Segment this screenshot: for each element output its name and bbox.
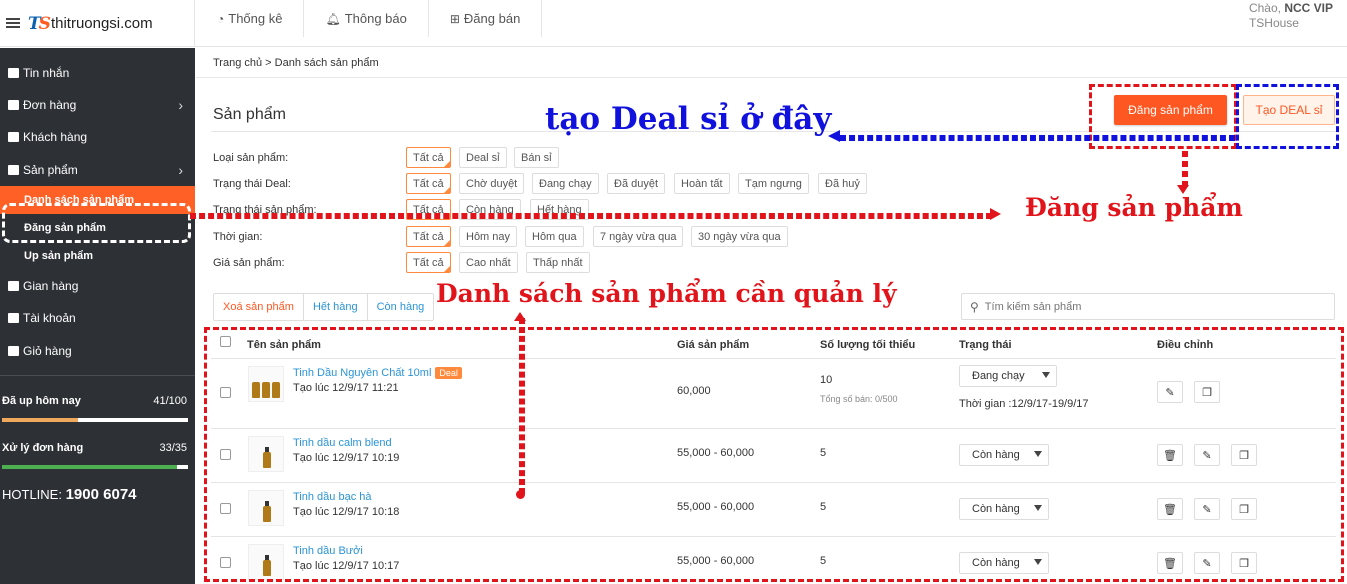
- filter-time-all[interactable]: Tất cả: [406, 226, 451, 247]
- stat-value-uploaded: 41/100: [153, 395, 187, 407]
- arrow-down-icon: [1177, 185, 1189, 194]
- user-shop: TSHouse: [1248, 16, 1299, 30]
- divider: [196, 77, 1347, 78]
- arrow-up-icon: [514, 312, 526, 321]
- user-menu[interactable]: Chào, NCC VIP TSHouse: [1249, 1, 1333, 31]
- annotation-box-list: [204, 327, 1344, 582]
- store-icon: [8, 281, 19, 291]
- sidebar-item-orders[interactable]: Đơn hàng ›: [0, 90, 195, 120]
- hotline: HOTLINE: 1900 6074: [2, 486, 137, 503]
- pie-chart-icon: ◔: [217, 11, 225, 26]
- arrow-left-icon: [828, 130, 840, 142]
- tab-out-of-stock[interactable]: Hết hàng: [304, 294, 368, 320]
- annotation-arrow-list: [519, 318, 525, 494]
- annotation-dot: [516, 490, 525, 499]
- sidebar-subitem-up-product[interactable]: Up sản phẩm: [0, 242, 195, 270]
- top-nav: ◔ Thống kê 🔔︎ Thông báo ⊞ Đăng bán: [196, 0, 543, 37]
- filter-deal-cancelled[interactable]: Đã huỷ: [818, 173, 867, 194]
- hotline-label: HOTLINE:: [2, 487, 62, 502]
- sidebar-item-account[interactable]: Tài khoản: [0, 303, 195, 333]
- arrow-right-icon: [990, 208, 1001, 220]
- filter-price-highest[interactable]: Cao nhất: [459, 252, 518, 273]
- bulk-action-tabs: Xoá sản phẩm Hết hàng Còn hàng: [213, 293, 435, 321]
- nav-sell[interactable]: ⊞ Đăng bán: [429, 0, 543, 37]
- nav-notifications[interactable]: 🔔︎ Thông báo: [304, 0, 429, 37]
- contacts-icon: [8, 132, 19, 142]
- annotation-box-deal: [1236, 84, 1339, 149]
- top-bar: TS thitruongsi.com ◔ Thống kê 🔔︎ Thông b…: [0, 0, 1347, 47]
- plus-square-icon: ⊞: [449, 11, 460, 26]
- filter-deal-approved[interactable]: Đã duyệt: [607, 173, 666, 194]
- stat-label-uploaded: Đã up hôm nay: [2, 395, 81, 407]
- filter-label-type: Loại sản phẩm:: [213, 152, 289, 164]
- sidebar-divider: [0, 375, 195, 376]
- cart-icon: [8, 346, 19, 356]
- chevron-right-icon: ›: [178, 97, 183, 113]
- annotation-arrow-post: [1182, 151, 1188, 187]
- box-icon: [8, 165, 19, 175]
- tab-delete-products[interactable]: Xoá sản phẩm: [214, 294, 304, 320]
- filter-type-all[interactable]: Tất cả: [406, 147, 451, 168]
- filter-type-deal[interactable]: Deal sỉ: [459, 147, 507, 168]
- progress-bar-orders: [2, 465, 188, 469]
- sidebar-item-products[interactable]: Sản phẩm ›: [0, 155, 195, 185]
- filter-deal-pending[interactable]: Chờ duyệt: [459, 173, 525, 194]
- filter-time-7days[interactable]: 7 ngày vừa qua: [593, 226, 684, 247]
- filter-price-lowest[interactable]: Thấp nhất: [526, 252, 590, 273]
- filter-label-deal-status: Trạng thái Deal:: [213, 178, 291, 190]
- progress-fill-orders: [2, 465, 178, 469]
- search-box[interactable]: ⚲: [961, 293, 1335, 320]
- annotation-arrow-deal: [840, 135, 1235, 141]
- hotline-number[interactable]: 1900 6074: [66, 486, 137, 503]
- filter-time-yesterday[interactable]: Hôm qua: [525, 226, 584, 247]
- annotation-arrow-sidebar: [190, 213, 992, 219]
- filter-time-today[interactable]: Hôm nay: [459, 226, 518, 247]
- sidebar-item-store[interactable]: Gian hàng: [0, 271, 195, 301]
- file-icon: [8, 100, 19, 110]
- brand: TS thitruongsi.com: [0, 0, 195, 47]
- logo-text[interactable]: thitruongsi.com: [51, 15, 153, 32]
- search-input[interactable]: [984, 300, 1315, 313]
- message-icon: [8, 68, 19, 78]
- search-icon: ⚲: [970, 299, 979, 314]
- user-icon: [8, 313, 19, 323]
- sidebar-item-messages[interactable]: Tin nhắn: [0, 58, 195, 88]
- annotation-box-sidebar: [2, 203, 191, 243]
- breadcrumb[interactable]: Trang chủ > Danh sách sản phẩm: [213, 57, 379, 69]
- logo-icon[interactable]: TS: [28, 14, 51, 34]
- filter-deal-running[interactable]: Đang chạy: [532, 173, 599, 194]
- user-name: NCC VIP: [1284, 1, 1333, 15]
- stat-label-orders: Xử lý đơn hàng: [2, 442, 84, 454]
- stat-value-orders: 33/35: [159, 442, 187, 454]
- chevron-right-icon: ›: [178, 162, 183, 178]
- sidebar-item-cart[interactable]: Giỏ hàng: [0, 336, 195, 366]
- tab-in-stock[interactable]: Còn hàng: [368, 294, 434, 320]
- bell-icon: 🔔︎: [325, 11, 341, 26]
- progress-bar-uploaded: [2, 418, 188, 422]
- filter-deal-paused[interactable]: Tạm ngưng: [738, 173, 809, 194]
- annotation-product-list: Danh sách sản phẩm cần quản lý: [436, 279, 897, 308]
- annotation-post-product: Đăng sản phẩm: [1025, 193, 1243, 222]
- menu-icon[interactable]: [6, 18, 20, 29]
- page-title: Sản phẩm: [213, 106, 286, 123]
- sidebar: Tin nhắn Đơn hàng › Khách hàng Sản phẩm …: [0, 48, 195, 584]
- progress-fill-uploaded: [2, 418, 79, 422]
- filter-deal-completed[interactable]: Hoàn tất: [674, 173, 730, 194]
- sidebar-item-customers[interactable]: Khách hàng: [0, 122, 195, 152]
- filter-label-price: Giá sản phẩm:: [213, 257, 285, 269]
- annotation-create-deal: tạo Deal sỉ ở đây: [545, 101, 832, 137]
- filter-price-all[interactable]: Tất cả: [406, 252, 451, 273]
- nav-statistics[interactable]: ◔ Thống kê: [196, 0, 305, 37]
- user-greeting: Chào,: [1248, 1, 1281, 15]
- filter-label-time: Thời gian:: [213, 231, 263, 243]
- filter-time-30days[interactable]: 30 ngày vừa qua: [691, 226, 788, 247]
- filter-deal-all[interactable]: Tất cả: [406, 173, 451, 194]
- filter-type-wholesale[interactable]: Bán sỉ: [514, 147, 559, 168]
